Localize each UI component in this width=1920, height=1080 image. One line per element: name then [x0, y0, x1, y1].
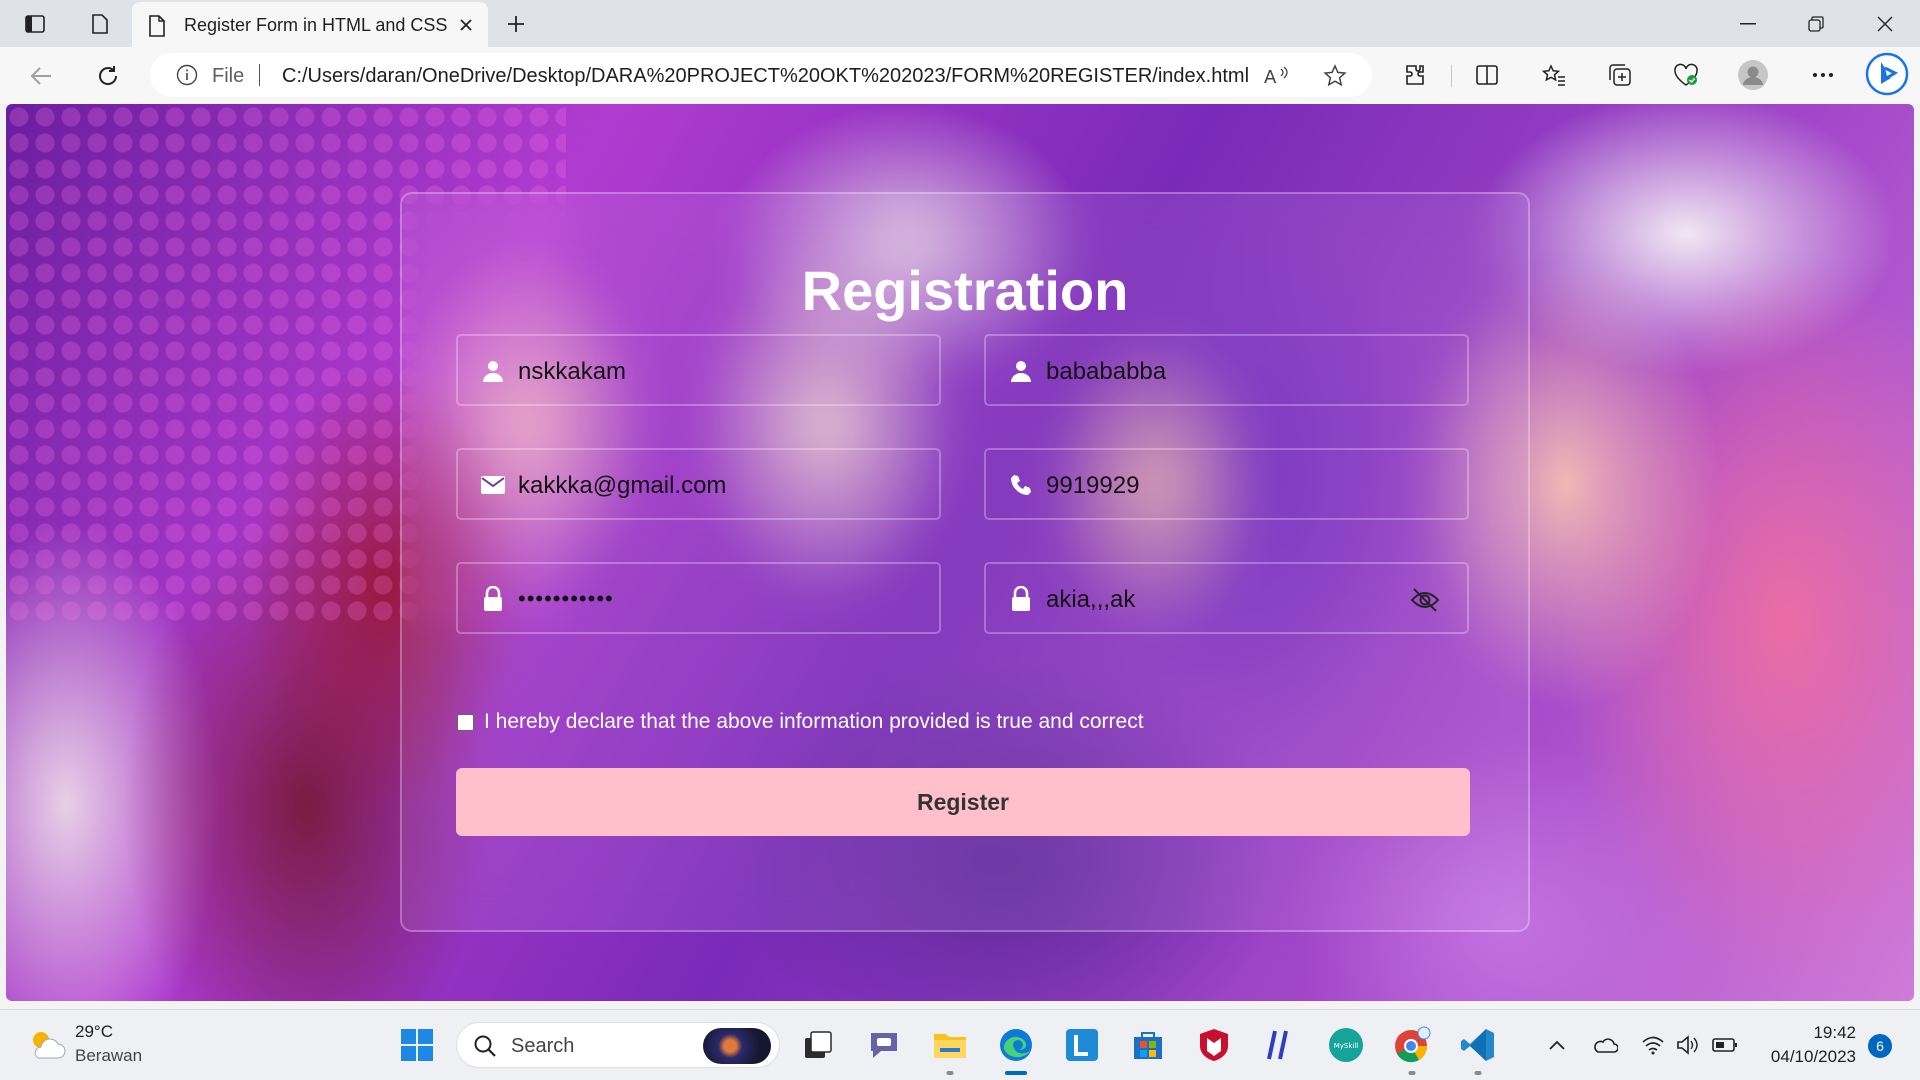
chevron-up-icon[interactable]: [1544, 1032, 1570, 1058]
first-name-value: nskkakam: [518, 358, 627, 385]
microsoft-store-icon[interactable]: [1126, 1023, 1170, 1067]
browser-tab-bar: Register Form in HTML and CSS: [0, 0, 1920, 47]
tab-active[interactable]: Register Form in HTML and CSS: [132, 2, 488, 47]
site-info-icon[interactable]: [176, 64, 198, 90]
eye-off-icon[interactable]: [1409, 584, 1441, 616]
running-indicator: [1474, 1071, 1482, 1075]
file-explorer-icon[interactable]: [928, 1023, 972, 1075]
lock-icon: [480, 586, 506, 612]
taskbar: 29°C Berawan Search MySkill 19:42 04/10/…: [0, 1009, 1920, 1080]
running-indicator: [1408, 1071, 1416, 1075]
restore-icon[interactable]: [1783, 0, 1849, 47]
workspaces-icon[interactable]: [84, 8, 116, 40]
phone-icon: [1008, 472, 1034, 498]
wifi-icon[interactable]: [1640, 1032, 1666, 1058]
profile-avatar[interactable]: [1736, 58, 1770, 92]
mcafee-icon[interactable]: [1192, 1023, 1236, 1067]
split-screen-icon[interactable]: [1470, 58, 1504, 92]
registration-card: Registration nskkakam babababba kakkka@g…: [400, 192, 1530, 932]
address-bar[interactable]: File C:/Users/daran/OneDrive/Desktop/DAR…: [150, 53, 1372, 97]
envelope-icon: [480, 472, 506, 498]
page-viewport: Registration nskkakam babababba kakkka@g…: [6, 104, 1914, 1001]
running-indicator: [946, 1071, 954, 1075]
search-highlight-image: [703, 1028, 771, 1064]
email-field[interactable]: kakkka@gmail.com: [456, 448, 941, 520]
notification-badge[interactable]: 6: [1868, 1034, 1892, 1058]
confirm-password-value: akia,,,ak: [1046, 586, 1136, 613]
last-name-field[interactable]: babababba: [984, 334, 1469, 406]
user-icon: [1008, 358, 1034, 384]
weather-icon[interactable]: [26, 1026, 66, 1066]
phone-value: 9919929: [1046, 472, 1140, 499]
more-menu-icon[interactable]: [1806, 58, 1840, 92]
edge-browser-icon[interactable]: [994, 1023, 1038, 1075]
task-view-icon[interactable]: [796, 1023, 840, 1067]
last-name-value: babababba: [1046, 358, 1167, 385]
declaration-row: I hereby declare that the above informat…: [457, 710, 1144, 734]
email-value: kakkka@gmail.com: [518, 472, 727, 499]
address-scheme-label: File: [212, 65, 245, 87]
browser-toolbar: File C:/Users/daran/OneDrive/Desktop/DAR…: [0, 47, 1920, 104]
favorites-icon[interactable]: [1537, 58, 1571, 92]
minimize-icon[interactable]: [1715, 0, 1781, 47]
battery-icon[interactable]: [1712, 1032, 1738, 1058]
user-icon: [480, 358, 506, 384]
search-label: Search: [511, 1035, 575, 1057]
volume-icon[interactable]: [1674, 1032, 1700, 1058]
start-icon[interactable]: [395, 1023, 439, 1067]
chrome-icon[interactable]: [1390, 1023, 1434, 1075]
tab-title: Register Form in HTML and CSS: [184, 15, 448, 35]
page-icon: [148, 15, 166, 41]
address-url[interactable]: C:/Users/daran/OneDrive/Desktop/DARA%20P…: [282, 65, 1249, 88]
password-field[interactable]: •••••••••••: [456, 562, 941, 634]
password-value: •••••••••••: [518, 586, 614, 611]
svg-text:A: A: [1264, 67, 1277, 87]
close-window-icon[interactable]: [1852, 0, 1918, 47]
read-aloud-icon[interactable]: A: [1264, 63, 1290, 89]
clock-date[interactable]: 04/10/2023: [1756, 1047, 1856, 1067]
confirm-password-field[interactable]: akia,,,ak: [984, 562, 1469, 634]
browser-essentials-icon[interactable]: [1669, 58, 1703, 92]
taskbar-search[interactable]: Search: [456, 1022, 780, 1068]
onedrive-icon[interactable]: [1592, 1032, 1618, 1058]
extensions-icon[interactable]: [1398, 58, 1432, 92]
back-icon[interactable]: [24, 59, 58, 93]
copilot-icon[interactable]: [1864, 51, 1910, 97]
page-title: Registration: [801, 259, 1129, 322]
close-tab-icon[interactable]: [454, 13, 478, 37]
first-name-field[interactable]: nskkakam: [456, 334, 941, 406]
search-icon: [473, 1034, 497, 1062]
tab-actions-icon[interactable]: [19, 8, 51, 40]
clock-time[interactable]: 19:42: [1792, 1023, 1856, 1043]
svg-text:MySkill: MySkill: [1334, 1042, 1359, 1050]
register-button[interactable]: Register: [456, 768, 1470, 836]
lock-icon: [1008, 586, 1034, 612]
phone-field[interactable]: 9919929: [984, 448, 1469, 520]
toolbar-divider: [1451, 65, 1452, 87]
favorite-star-icon[interactable]: [1322, 63, 1348, 89]
active-indicator: [1005, 1071, 1027, 1075]
address-separator: [259, 64, 260, 86]
weather-description: Berawan: [75, 1046, 143, 1065]
collections-icon[interactable]: [1603, 58, 1637, 92]
declaration-label: I hereby declare that the above informat…: [484, 710, 1144, 733]
myskill-app-icon[interactable]: MySkill: [1324, 1023, 1368, 1067]
vscode-icon[interactable]: [1456, 1023, 1500, 1075]
declaration-checkbox[interactable]: [457, 713, 474, 731]
learning-app-icon[interactable]: [1060, 1023, 1104, 1067]
hashtag-app-icon[interactable]: [1258, 1023, 1302, 1067]
new-tab-icon[interactable]: [500, 8, 532, 40]
teams-chat-icon[interactable]: [862, 1023, 906, 1067]
weather-temperature: 29°C: [75, 1022, 113, 1041]
refresh-icon[interactable]: [91, 59, 125, 93]
